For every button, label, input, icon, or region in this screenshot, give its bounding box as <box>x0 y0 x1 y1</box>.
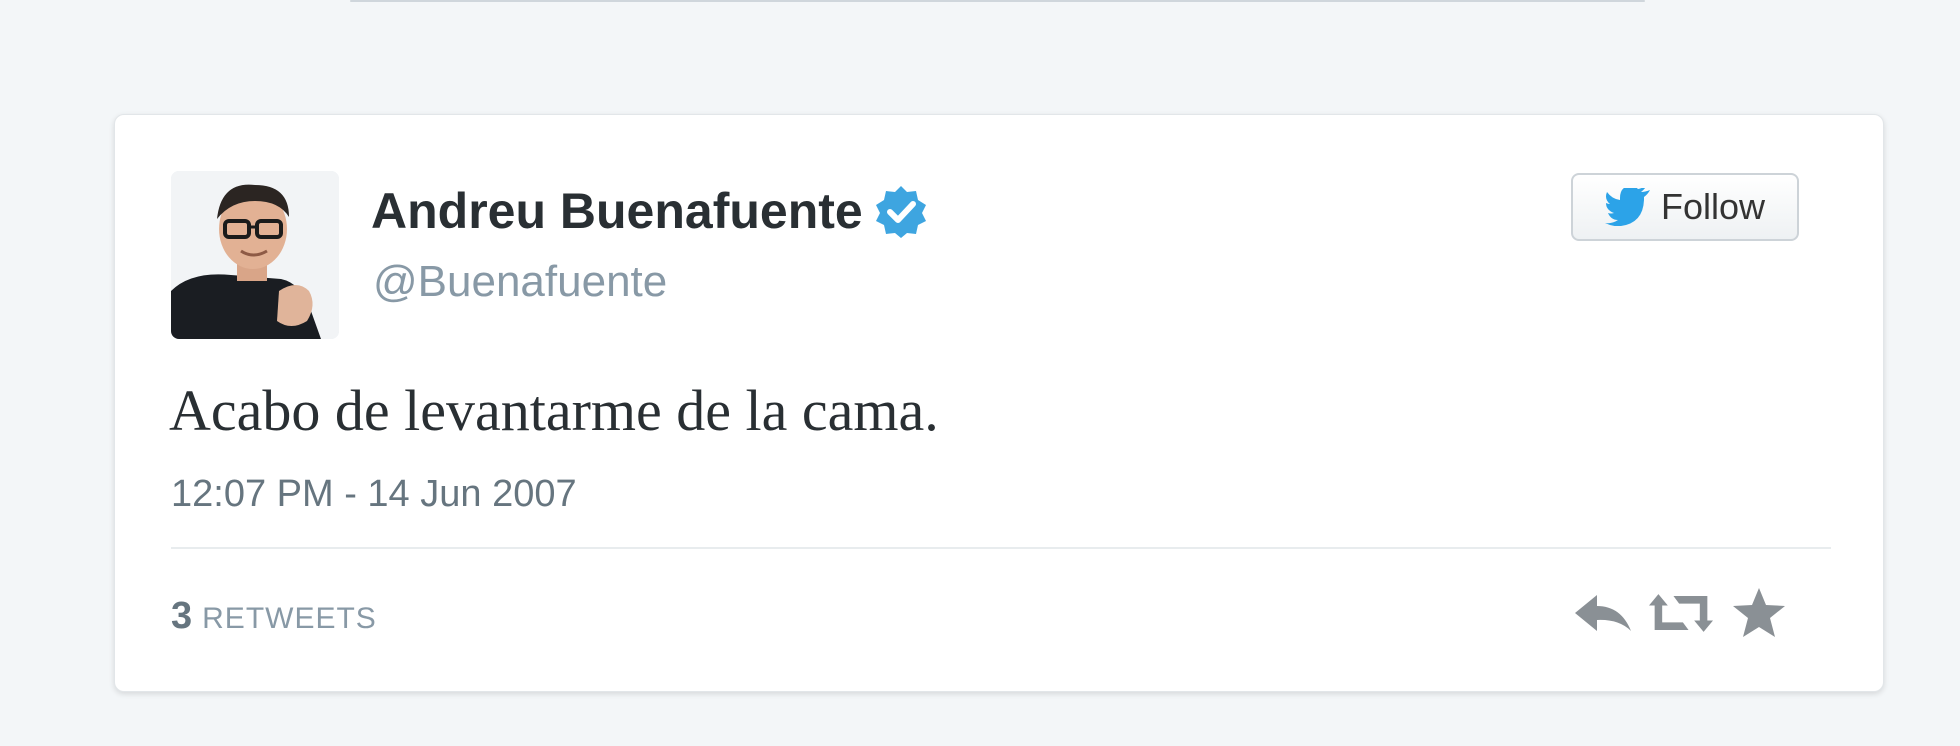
stats-divider <box>171 547 1831 549</box>
top-divider <box>350 0 1645 2</box>
embedded-tweet-card: Andreu Buenafuente @Buenafuente Follow A… <box>114 114 1884 692</box>
reply-icon <box>1575 595 1631 631</box>
tweet-timestamp[interactable]: 12:07 PM - 14 Jun 2007 <box>171 473 577 516</box>
reply-button[interactable] <box>1571 585 1635 641</box>
favorite-star-icon <box>1733 588 1785 637</box>
author-name-row: Andreu Buenafuente <box>371 181 929 241</box>
retweet-icon <box>1649 594 1713 632</box>
retweet-button[interactable] <box>1649 585 1713 641</box>
follow-button-label: Follow <box>1660 186 1766 227</box>
verified-badge-icon <box>873 183 929 239</box>
twitter-bird-icon <box>1604 185 1651 227</box>
avatar-photo <box>171 171 339 339</box>
tweet-text: Acabo de levantarme de la cama. <box>169 378 939 443</box>
avatar[interactable] <box>171 171 339 339</box>
retweet-count: 3 <box>171 595 193 637</box>
retweet-label: RETWEETS <box>202 602 377 635</box>
author-display-name[interactable]: Andreu Buenafuente <box>371 182 863 240</box>
favorite-button[interactable] <box>1727 585 1791 641</box>
tweet-actions <box>1571 585 1791 641</box>
retweet-stats[interactable]: 3 RETWEETS <box>171 595 377 638</box>
author-handle[interactable]: @Buenafuente <box>373 257 667 307</box>
follow-button[interactable]: Follow <box>1571 173 1799 241</box>
